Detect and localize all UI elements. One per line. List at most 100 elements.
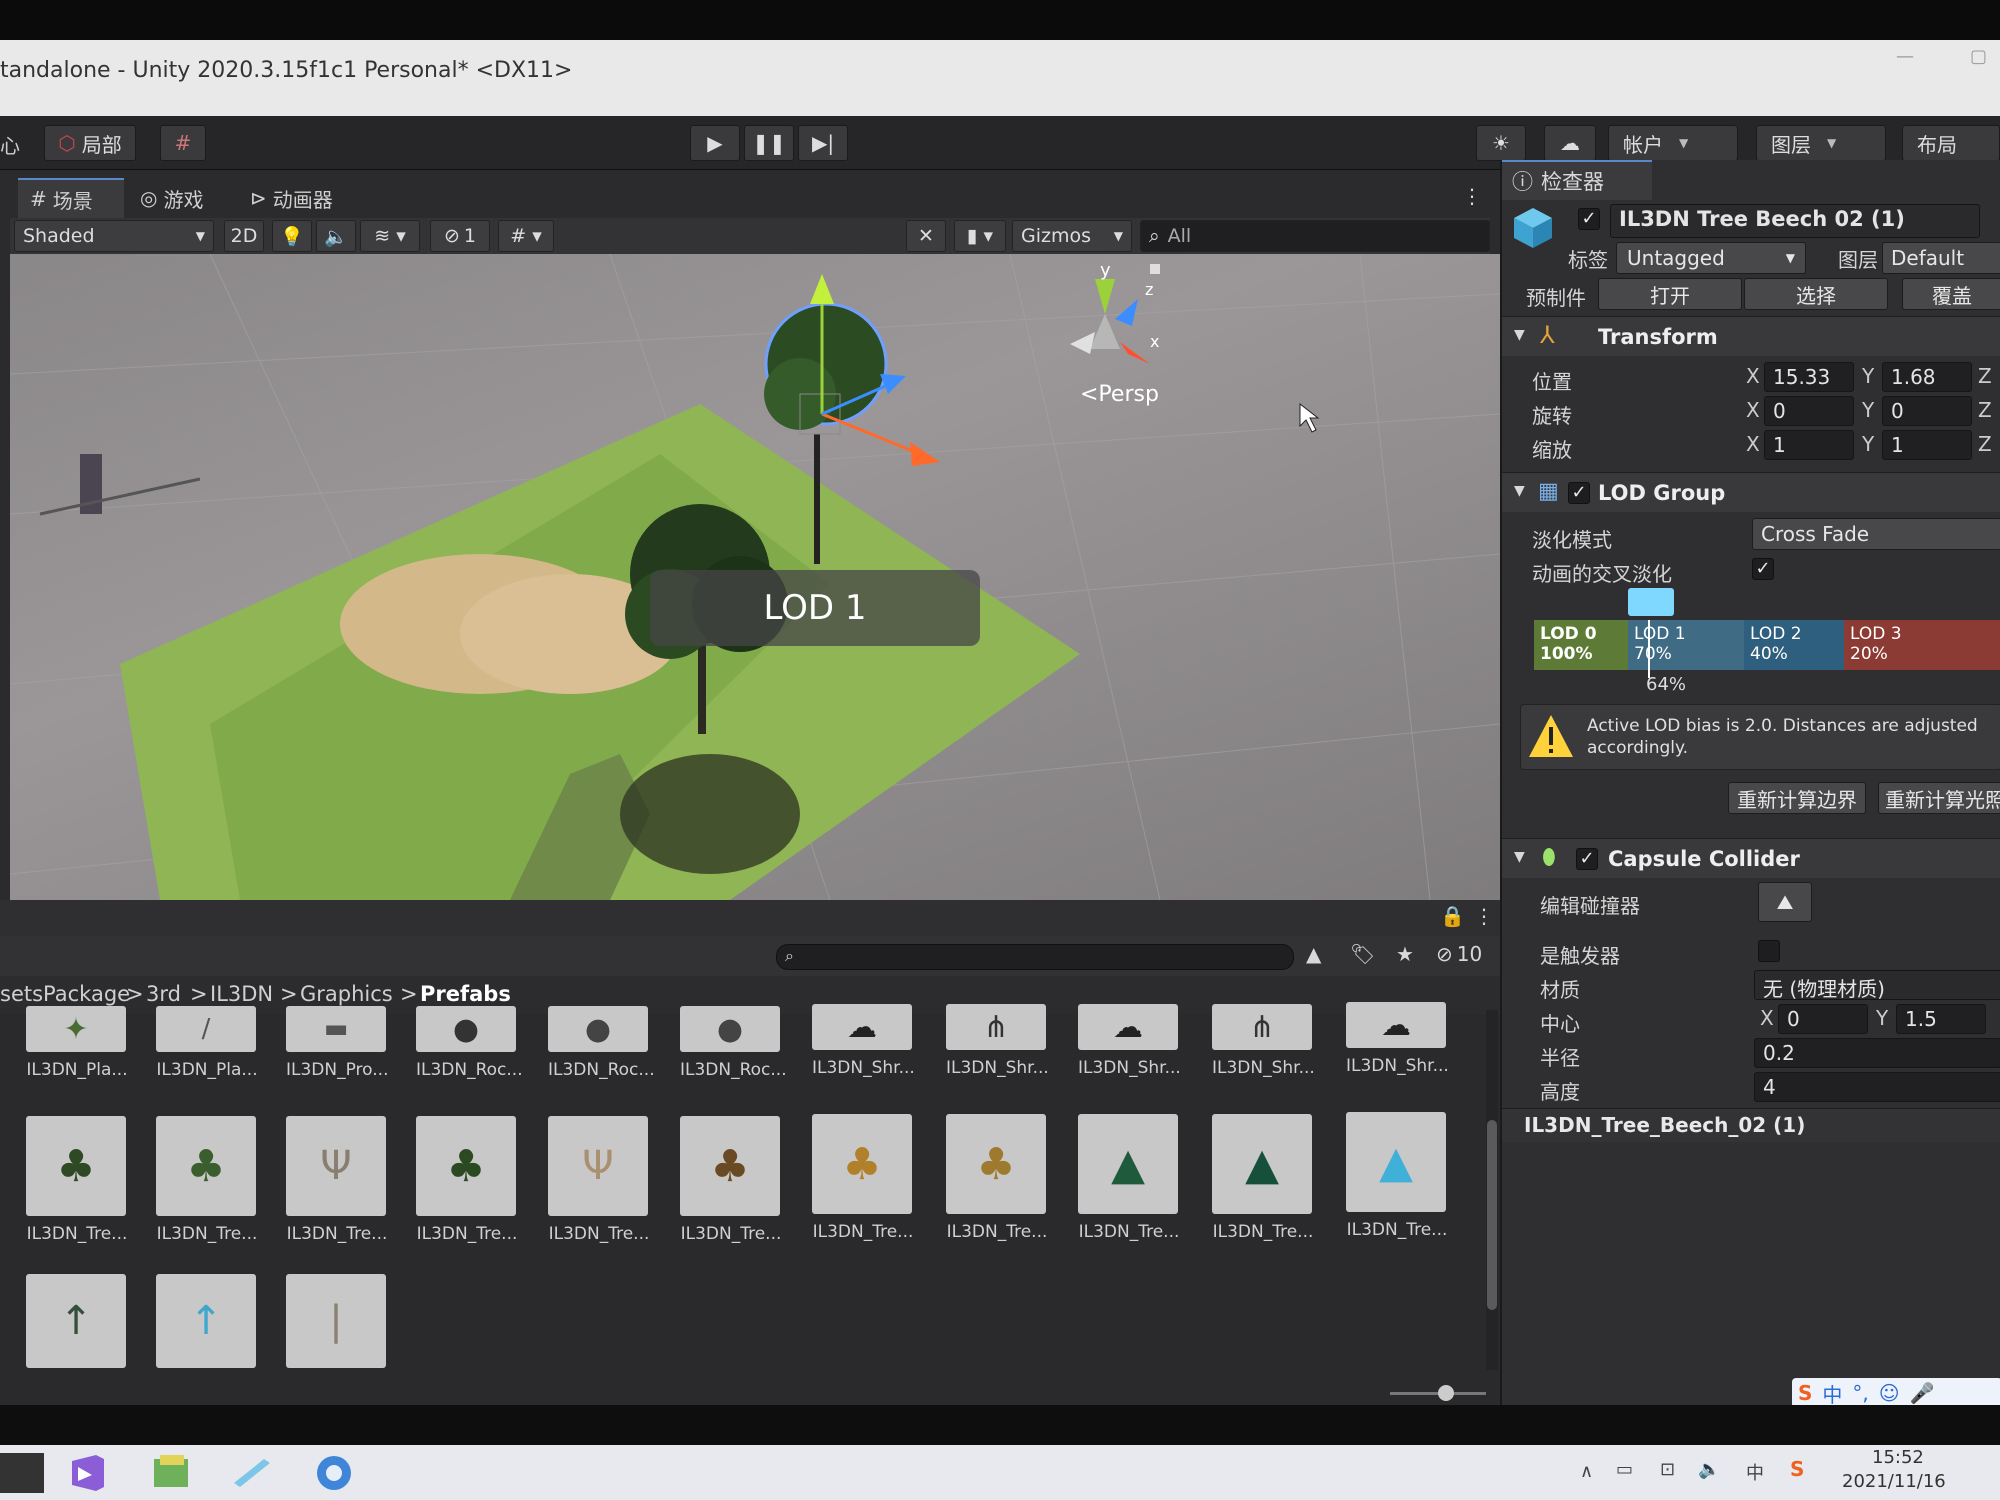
- audio-toggle[interactable]: 🔈: [316, 220, 356, 252]
- asset-item[interactable]: ♣ IL3DN_Tre...: [946, 1114, 1048, 1242]
- visual-studio-icon[interactable]: [66, 1453, 110, 1493]
- ime-toolbar[interactable]: S 中 °, ☺ 🎤: [1792, 1378, 2000, 1408]
- lock-icon[interactable]: 🔒: [1440, 904, 1465, 928]
- asset-item[interactable]: / IL3DN_Pla...: [156, 1006, 258, 1080]
- capsule-collider-header[interactable]: ▼ ⬮ ✓ Capsule Collider: [1502, 838, 2000, 878]
- asset-item[interactable]: Ψ IL3DN_Tre...: [286, 1116, 388, 1244]
- lod-level-2[interactable]: LOD 2 40%: [1744, 620, 1844, 670]
- rotation-x-field[interactable]: 0: [1764, 396, 1854, 426]
- asset-item[interactable]: ☁ IL3DN_Shr...: [1078, 1004, 1181, 1078]
- active-checkbox[interactable]: ✓: [1578, 208, 1600, 230]
- radius-field[interactable]: 0.2: [1754, 1038, 2000, 1068]
- layout-dropdown[interactable]: 布局: [1902, 125, 2000, 161]
- gizmos-dropdown[interactable]: Gizmos ▼: [1012, 220, 1132, 252]
- asset-item[interactable]: ⋔ IL3DN_Shr...: [946, 1004, 1049, 1078]
- is-trigger-checkbox[interactable]: [1758, 940, 1780, 962]
- foldout-arrow-icon[interactable]: ▼: [1514, 327, 1525, 343]
- projection-toggle[interactable]: <Persp: [1080, 382, 1159, 407]
- center-y-field[interactable]: 1.5: [1896, 1004, 1986, 1034]
- tray-overflow-icon[interactable]: ∧: [1580, 1461, 1593, 1482]
- object-name-field[interactable]: IL3DN Tree Beech 02 (1): [1610, 204, 1980, 238]
- asset-item[interactable]: ↑: [26, 1274, 128, 1368]
- height-field[interactable]: 4: [1754, 1072, 2000, 1102]
- search-by-type-icon[interactable]: ▲: [1306, 942, 1321, 966]
- file-manager-icon[interactable]: [230, 1453, 274, 1493]
- sogou-tray-icon[interactable]: S: [1790, 1457, 1804, 1481]
- effects-dropdown[interactable]: ≋ ▾: [360, 220, 420, 252]
- image-viewer-icon[interactable]: [150, 1453, 194, 1493]
- thumbnail-size-slider[interactable]: [1390, 1385, 1486, 1401]
- breadcrumb-item-graphics[interactable]: Graphics: [300, 982, 393, 1006]
- prefab-open-button[interactable]: 打开: [1598, 278, 1742, 310]
- asset-item[interactable]: ↑: [156, 1274, 258, 1368]
- lod-group-header[interactable]: ▼ ▦ ✓ LOD Group: [1502, 472, 2000, 512]
- play-button[interactable]: ▶: [690, 125, 740, 161]
- pause-button[interactable]: ❚❚: [744, 125, 794, 161]
- position-y-field[interactable]: 1.68: [1882, 362, 1972, 392]
- camera-dropdown[interactable]: ▮ ▾: [954, 220, 1006, 252]
- asset-item[interactable]: ● IL3DN_Roc...: [680, 1006, 787, 1080]
- input-method-indicator[interactable]: 中: [1746, 1459, 1764, 1485]
- snap-grid-button[interactable]: #: [160, 125, 206, 161]
- tools-button[interactable]: ✕: [906, 220, 946, 252]
- clock-date[interactable]: 2021/11/16: [1842, 1471, 1946, 1492]
- capsule-collider-enabled-checkbox[interactable]: ✓: [1576, 848, 1598, 870]
- breadcrumb-item-prefabs[interactable]: Prefabs: [420, 982, 511, 1006]
- rotation-y-field[interactable]: 0: [1882, 396, 1972, 426]
- mode-2d-toggle[interactable]: 2D: [224, 220, 264, 252]
- tab-animator[interactable]: ⊳ 动画器: [238, 178, 358, 218]
- asset-item[interactable]: ☁ IL3DN_Shr...: [1346, 1002, 1449, 1076]
- unity-taskbar-icon[interactable]: [0, 1453, 44, 1493]
- lighting-toggle[interactable]: 💡: [272, 220, 312, 252]
- asset-item[interactable]: ▲ IL3DN_Tre...: [1078, 1114, 1180, 1242]
- asset-item[interactable]: ▲ IL3DN_Tre...: [1346, 1112, 1448, 1240]
- asset-item[interactable]: ♣ IL3DN_Tre...: [26, 1116, 128, 1244]
- collab-cloud-button[interactable]: ☁: [1544, 125, 1596, 161]
- recalculate-lightmap-button[interactable]: 重新计算光照: [1878, 782, 2000, 814]
- breadcrumb-item-assets[interactable]: setsPackage: [0, 982, 130, 1006]
- lod-level-1[interactable]: LOD 1 70%: [1628, 620, 1744, 670]
- camera-lod-marker-icon[interactable]: [1628, 588, 1674, 616]
- shading-mode-dropdown[interactable]: Shaded ▼: [14, 220, 214, 252]
- global-local-toggle[interactable]: ⬡ 局部: [44, 125, 136, 161]
- tag-dropdown[interactable]: Untagged ▼: [1616, 242, 1806, 274]
- center-x-field[interactable]: 0: [1778, 1004, 1868, 1034]
- lod-level-0[interactable]: LOD 0 100%: [1534, 620, 1628, 670]
- volume-icon[interactable]: 🔈: [1698, 1459, 1720, 1480]
- asset-item[interactable]: ▬ IL3DN_Pro...: [286, 1006, 389, 1080]
- lod-group-enabled-checkbox[interactable]: ✓: [1568, 482, 1590, 504]
- asset-item[interactable]: ♣ IL3DN_Tre...: [416, 1116, 518, 1244]
- step-button[interactable]: ▶|: [798, 125, 848, 161]
- hidden-packages-toggle[interactable]: ⊘ 10: [1436, 942, 1482, 966]
- battery-icon[interactable]: ▭: [1616, 1459, 1633, 1480]
- preview-header[interactable]: IL3DN_Tree_Beech_02 (1): [1502, 1108, 2000, 1142]
- breadcrumb-item-3rd[interactable]: 3rd: [146, 982, 181, 1006]
- scene-search-input[interactable]: ⌕ All: [1140, 220, 1490, 252]
- asset-item[interactable]: ♣ IL3DN_Tre...: [680, 1116, 782, 1244]
- position-x-field[interactable]: 15.33: [1764, 362, 1854, 392]
- asset-item[interactable]: ● IL3DN_Roc...: [416, 1006, 523, 1080]
- recalculate-bounds-button[interactable]: 重新计算边界: [1728, 782, 1866, 814]
- scrollbar-thumb[interactable]: [1487, 1120, 1497, 1310]
- edit-collider-button[interactable]: ⛰: [1758, 882, 1812, 922]
- asset-item[interactable]: ▲ IL3DN_Tre...: [1212, 1114, 1314, 1242]
- prefab-select-button[interactable]: 选择: [1744, 278, 1888, 310]
- animate-crossfade-checkbox[interactable]: ✓: [1752, 558, 1774, 580]
- prefab-overrides-button[interactable]: 覆盖: [1902, 278, 2000, 310]
- slider-handle[interactable]: [1438, 1385, 1454, 1401]
- panel-menu-icon[interactable]: ⋮: [1462, 184, 1482, 208]
- favorites-star-icon[interactable]: ★: [1396, 942, 1414, 966]
- foldout-arrow-icon[interactable]: ▼: [1514, 849, 1525, 865]
- maximize-button[interactable]: ▢: [1970, 46, 1987, 67]
- asset-item[interactable]: ♣ IL3DN_Tre...: [156, 1116, 258, 1244]
- asset-item[interactable]: ✦ IL3DN_Pla...: [26, 1006, 128, 1080]
- account-dropdown[interactable]: 帐户: [1608, 125, 1738, 161]
- pivot-toggle-partial[interactable]: 心: [0, 130, 20, 159]
- lod-bar[interactable]: LOD 0 100% LOD 1 70% LOD 2 40% LOD 3 20%: [1534, 620, 2000, 678]
- asset-item[interactable]: ♣ IL3DN_Tre...: [812, 1114, 914, 1242]
- browser-icon[interactable]: [312, 1453, 356, 1493]
- network-icon[interactable]: ⊡: [1660, 1459, 1675, 1480]
- search-by-label-icon[interactable]: 🏷: [1350, 942, 1375, 966]
- asset-item[interactable]: ● IL3DN_Roc...: [548, 1006, 655, 1080]
- asset-item[interactable]: |: [286, 1274, 388, 1368]
